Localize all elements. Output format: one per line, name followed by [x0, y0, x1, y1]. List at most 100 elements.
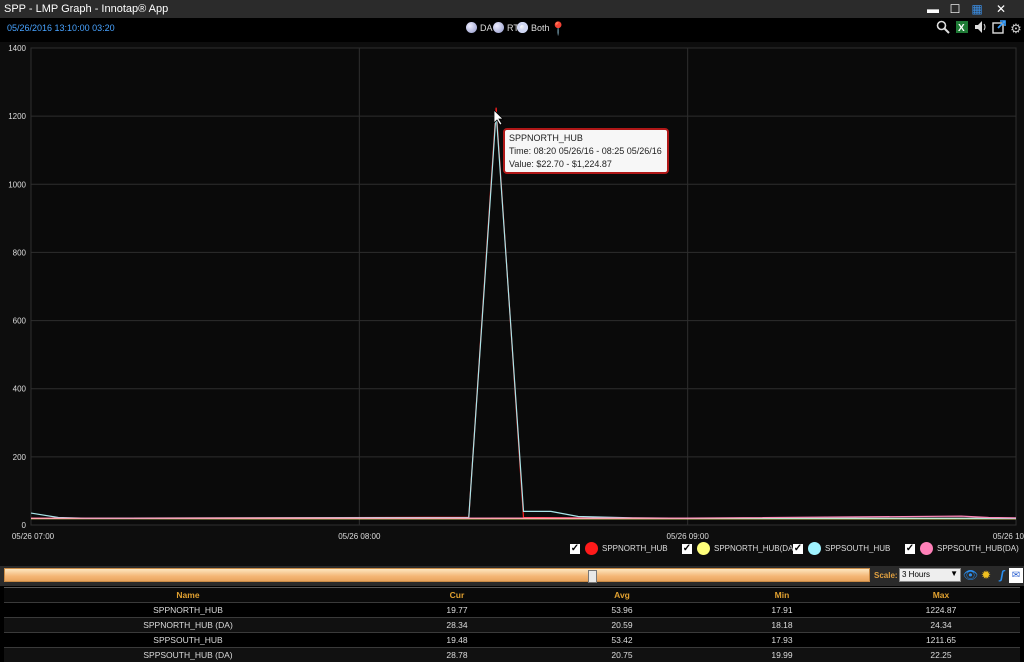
gear-icon[interactable]: ⚙	[1008, 20, 1024, 38]
sun-icon[interactable]: ✹	[979, 568, 993, 583]
series-dot-icon	[808, 542, 821, 555]
checkbox-checked-icon[interactable]: ✓	[793, 544, 803, 554]
y-tick-label: 1400	[8, 44, 26, 53]
title-bar: SPP - LMP Graph - Innotap® App ▬ ☐ ▦ ✕	[0, 0, 1024, 18]
mail-icon[interactable]: ✉	[1009, 568, 1023, 583]
legend-label: SPPNORTH_HUB(DA)	[714, 544, 796, 553]
header-name: Name	[4, 590, 372, 600]
cell-name: SPPSOUTH_HUB	[4, 635, 372, 645]
tooltip-series-name: SPPNORTH_HUB	[509, 132, 663, 145]
mode-rt-radio[interactable]: RT	[493, 22, 519, 33]
legend-label: SPPSOUTH_HUB	[825, 544, 890, 553]
checkbox-checked-icon[interactable]: ✓	[682, 544, 692, 554]
chart-area: 0 200 400 600 800 1000 1200 1400 05/26 07:00 05/2…	[0, 42, 1024, 566]
eye-icon[interactable]: 👁	[963, 568, 977, 583]
mode-da-radio[interactable]: DA	[466, 22, 493, 33]
svg-text:X: X	[958, 23, 965, 34]
cell-cur: 19.77	[372, 605, 542, 615]
curve-icon[interactable]: ʃ	[995, 568, 1009, 583]
lmp-chart: 0 200 400 600 800 1000 1200 1400 05/26 07:00 05/2…	[0, 42, 1024, 566]
tooltip-time: Time: 08:20 05/26/16 - 08:25 05/26/16	[509, 145, 663, 158]
y-tick-label: 400	[13, 385, 27, 394]
window-title: SPP - LMP Graph - Innotap® App	[4, 3, 168, 15]
cell-avg: 20.75	[542, 650, 702, 660]
cell-avg: 53.42	[542, 635, 702, 645]
cell-name: SPPSOUTH_HUB (DA)	[4, 650, 372, 660]
table-row[interactable]: SPPSOUTH_HUB (DA) 28.78 20.75 19.99 22.2…	[4, 647, 1020, 662]
chevron-down-icon: ▼	[950, 569, 958, 578]
cell-max: 24.34	[862, 620, 1020, 630]
y-tick-label: 1000	[8, 180, 26, 189]
cell-max: 1224.87	[862, 605, 1020, 615]
y-tick-label: 0	[22, 521, 27, 530]
radio-selected-icon	[517, 22, 528, 33]
legend-item-sppnorth-hub[interactable]: ✓ SPPNORTH_HUB	[570, 542, 668, 555]
cell-name: SPPNORTH_HUB (DA)	[4, 620, 372, 630]
checkbox-checked-icon[interactable]: ✓	[570, 544, 580, 554]
search-icon[interactable]	[935, 20, 951, 38]
table-row[interactable]: SPPNORTH_HUB 19.77 53.96 17.91 1224.87	[4, 602, 1020, 617]
header-min: Min	[702, 590, 862, 600]
cell-max: 1211.65	[862, 635, 1020, 645]
mode-both-radio[interactable]: Both	[517, 22, 550, 33]
cell-min: 18.18	[702, 620, 862, 630]
table-row[interactable]: SPPNORTH_HUB (DA) 28.34 20.59 18.18 24.3…	[4, 617, 1020, 632]
legend-label: SPPSOUTH_HUB(DA)	[937, 544, 1019, 553]
minimize-icon[interactable]: ▬	[922, 0, 944, 18]
excel-icon[interactable]: X	[954, 20, 970, 38]
x-tick-label: 05/26 08:00	[338, 532, 381, 541]
series-dot-icon	[585, 542, 598, 555]
cell-avg: 20.59	[542, 620, 702, 630]
location-pin-icon[interactable]: 📍	[550, 20, 566, 38]
table-header: Name Cur Avg Min Max	[4, 588, 1020, 602]
slider-thumb[interactable]	[588, 570, 597, 583]
legend-item-sppsouth-hub[interactable]: ✓ SPPSOUTH_HUB	[793, 542, 890, 555]
cell-min: 17.93	[702, 635, 862, 645]
legend-label: SPPNORTH_HUB	[602, 544, 668, 553]
x-tick-label: 05/26 09:00	[667, 532, 710, 541]
series-dot-icon	[697, 542, 710, 555]
x-tick-label: 05/26 10	[993, 532, 1024, 541]
mode-both-label: Both	[531, 23, 550, 33]
cell-min: 17.91	[702, 605, 862, 615]
legend-item-sppnorth-hub-da[interactable]: ✓ SPPNORTH_HUB(DA)	[682, 542, 796, 555]
scale-value: 3 Hours	[902, 570, 930, 579]
maximize-icon[interactable]: ☐	[944, 0, 966, 18]
y-tick-label: 1200	[8, 112, 26, 121]
stats-table: Name Cur Avg Min Max SPPNORTH_HUB 19.77 …	[4, 587, 1020, 659]
legend-item-sppsouth-hub-da[interactable]: ✓ SPPSOUTH_HUB(DA)	[905, 542, 1019, 555]
close-icon[interactable]: ✕	[990, 0, 1012, 18]
y-tick-label: 800	[13, 248, 27, 257]
cell-cur: 19.48	[372, 635, 542, 645]
table-row[interactable]: SPPSOUTH_HUB 19.48 53.42 17.93 1211.65	[4, 632, 1020, 647]
tile-icon[interactable]: ▦	[966, 0, 988, 18]
cell-min: 19.99	[702, 650, 862, 660]
toolbar: 05/26/2016 13:10:00 03:20 DA RT Both 📍 X…	[0, 18, 1024, 42]
popout-icon[interactable]	[991, 20, 1007, 38]
cell-avg: 53.96	[542, 605, 702, 615]
y-tick-label: 600	[13, 317, 27, 326]
chart-tooltip: SPPNORTH_HUB Time: 08:20 05/26/16 - 08:2…	[503, 128, 669, 174]
time-scroll-row: Scale: 3 Hours ▼ 👁 ✹ ʃ ✉	[0, 566, 1024, 586]
time-range-slider[interactable]	[4, 568, 870, 582]
plot-background	[31, 48, 1016, 525]
mode-da-label: DA	[480, 23, 493, 33]
checkbox-checked-icon[interactable]: ✓	[905, 544, 915, 554]
radio-icon	[493, 22, 504, 33]
tooltip-value: Value: $22.70 - $1,224.87	[509, 158, 663, 171]
x-tick-label: 05/26 07:00	[12, 532, 55, 541]
cell-cur: 28.34	[372, 620, 542, 630]
speaker-icon[interactable]	[973, 20, 989, 38]
mouse-cursor-icon	[494, 110, 504, 126]
header-avg: Avg	[542, 590, 702, 600]
cell-name: SPPNORTH_HUB	[4, 605, 372, 615]
scale-label: Scale:	[874, 571, 898, 580]
timestamp: 05/26/2016 13:10:00 03:20	[7, 23, 115, 33]
cell-max: 22.25	[862, 650, 1020, 660]
series-dot-icon	[920, 542, 933, 555]
scale-dropdown[interactable]: 3 Hours ▼	[899, 568, 961, 582]
y-tick-label: 200	[13, 453, 27, 462]
cell-cur: 28.78	[372, 650, 542, 660]
header-max: Max	[862, 590, 1020, 600]
radio-icon	[466, 22, 477, 33]
